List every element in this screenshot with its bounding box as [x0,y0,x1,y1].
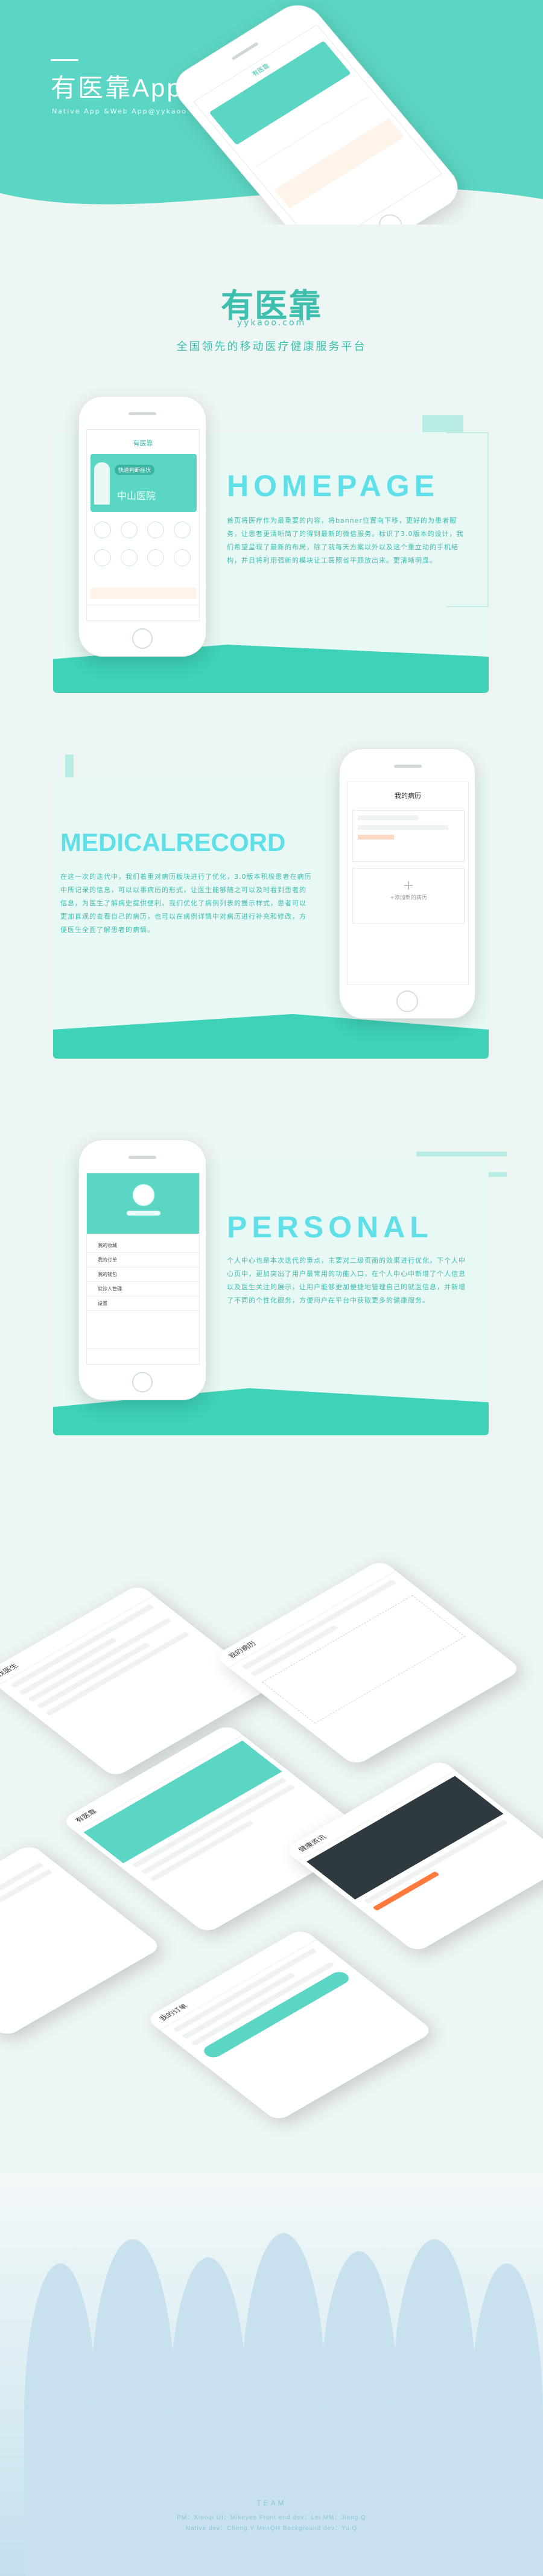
homepage-body: 首页将医疗作为最重要的内容，将banner位置向下移，更好的为患者服务，让患者更… [227,517,464,564]
homepage-phone-header: 有医靠 [133,439,153,447]
add-record-label: +添加新的病历 [390,895,427,901]
footer-team: TEAM PM：Xiaoqi UI：Mikeyee Front end dev：… [0,2173,543,2576]
team-credits: PM：Xiaoqi UI：Mikeyee Front end dev：Lei M… [177,2514,366,2521]
hero-title: 有医靠App [51,74,183,102]
homepage-phone-home-button [132,628,153,649]
medical-phone-header: 我的病历 [395,792,421,800]
personal-menu-item[interactable]: 我的收藏 [87,1239,199,1253]
medical-body: 在这一次的迭代中，我们着重对病历板块进行了优化，3.0版本积极患者在病历中所记录… [60,873,312,934]
medical-heading: MEDICALRECORD [60,828,286,856]
collage-screen-4: 健康资讯 [284,1759,543,1953]
hero-banner: 有医靠App Native App &Web App@yykaoo.com 有医… [0,0,543,225]
doctor-avatar-icon [94,462,110,505]
personal-phone-tabbar [87,1348,199,1364]
personal-body: 个人中心也是本次迭代的重点，主要对二级页面的效果进行优化，下个人中心页中，更加突… [227,1257,466,1304]
medical-phone: 我的病历 + +添加新的病历 [339,748,475,1019]
homepage-banner-sub: 中山医院 [117,490,156,502]
brand-url: yykaoo.com [237,318,306,328]
personal-heading: PERSONAL [227,1210,433,1244]
add-record-box[interactable]: + +添加新的病历 [352,868,465,923]
hero-accent-bar [51,59,78,61]
homepage-banner-title: 快速判断症状 [115,465,155,475]
add-icon: + [402,878,414,893]
hero-subtitle: Native App &Web App@yykaoo.com [52,107,208,115]
medical-phone-home-button [396,990,418,1012]
personal-profile-header [87,1173,199,1234]
personal-menu: 我的收藏 我的订单 我的钱包 就诊人管理 设置 [87,1239,199,1311]
personal-deco-line-1 [416,1152,507,1156]
personal-menu-item[interactable]: 我的钱包 [87,1267,199,1282]
screens-collage: 找医生 我的病历 有医靠 健康资讯 我的订单 [0,1548,543,2152]
personal-menu-item[interactable]: 就诊人管理 [87,1282,199,1296]
brand-tagline: 全国领先的移动医疗健康服务平台 [176,340,367,353]
collage-screen-5: 我的订单 [145,1928,434,2122]
collage-screen-2: 我的病历 [214,1559,522,1767]
homepage-phone-banner: 快速判断症状 中山医院 [91,454,197,512]
homepage-phone: 有医靠 快速判断症状 中山医院 [78,396,206,657]
homepage-phone-tabbar [87,605,199,620]
homepage-heading: HOMEPAGE [227,469,439,503]
personal-menu-item[interactable]: 设置 [87,1296,199,1311]
team-label: TEAM [256,2499,287,2507]
personal-phone: 我的收藏 我的订单 我的钱包 就诊人管理 设置 [78,1140,206,1400]
homepage-phone-grid [87,519,199,579]
personal-phone-home-button [132,1372,153,1392]
medical-record-card [352,810,465,862]
user-avatar [133,1184,154,1206]
team-credits-2: Native dev：Cheng.Y MenQH Background dev：… [185,2525,358,2532]
homepage-phone-strip [91,588,197,599]
personal-menu-item[interactable]: 我的订单 [87,1253,199,1267]
